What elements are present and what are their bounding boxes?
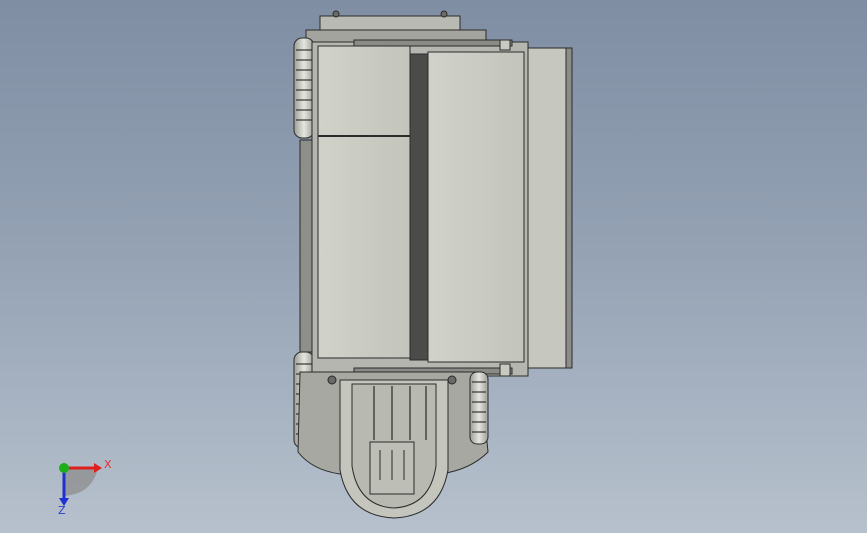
y-axis-dot — [59, 463, 69, 473]
x-axis-arrowhead — [94, 463, 102, 473]
coordinate-triad: X Z — [58, 458, 112, 517]
bolt — [327, 375, 337, 385]
panel-lower — [317, 135, 411, 359]
wheel-bottom-right — [469, 371, 489, 445]
bolt — [332, 10, 340, 18]
dark-column — [409, 53, 429, 361]
assembly-model[interactable] — [293, 10, 573, 519]
bolt — [447, 375, 457, 385]
cad-viewport[interactable]: X Z — [0, 0, 867, 533]
right-block — [427, 51, 525, 363]
x-axis-label: X — [104, 458, 112, 471]
end-plate — [527, 47, 573, 369]
triad-shadow — [64, 468, 98, 496]
wheel-top-left — [293, 37, 315, 139]
z-axis-label: Z — [58, 504, 66, 517]
end-plate-edge — [565, 47, 573, 369]
panel-upper — [317, 45, 411, 137]
bolt — [440, 10, 448, 18]
